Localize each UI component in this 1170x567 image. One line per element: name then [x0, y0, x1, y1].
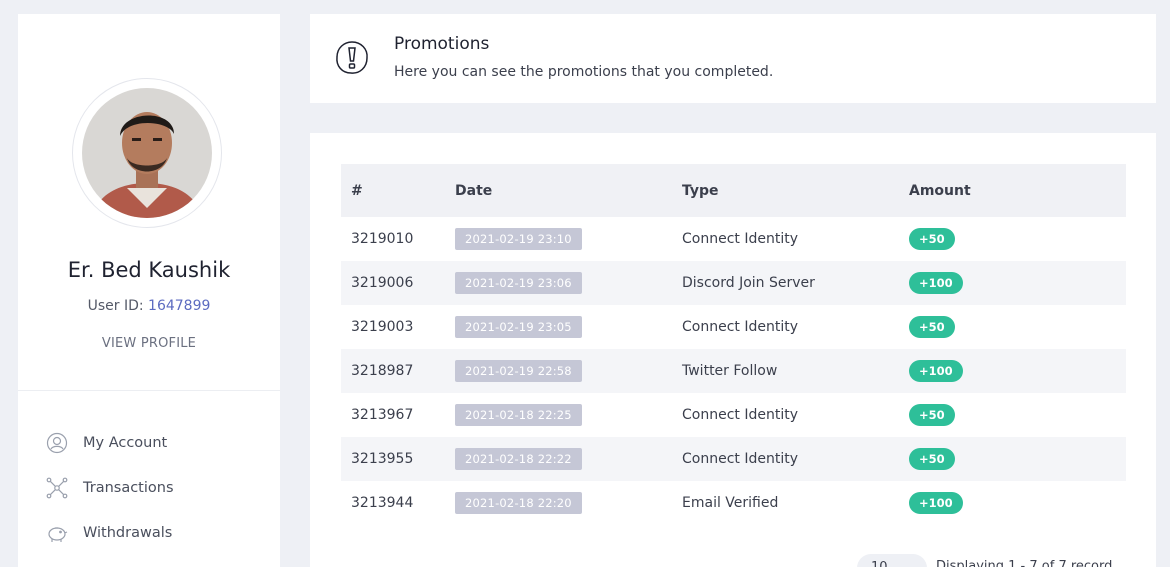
table-row: 3219003 2021-02-19 23:05 Connect Identit…	[341, 305, 1126, 349]
sidebar-item-transactions[interactable]: Transactions	[46, 474, 266, 502]
date-badge: 2021-02-18 22:25	[455, 404, 582, 426]
amount-badge: +100	[909, 272, 963, 294]
row-type: Discord Join Server	[682, 275, 815, 291]
user-id: User ID: 1647899	[18, 298, 280, 314]
avatar-photo	[82, 88, 212, 218]
date-badge: 2021-02-18 22:22	[455, 448, 582, 470]
amount-badge: +50	[909, 448, 955, 470]
row-id: 3219006	[351, 275, 414, 291]
table-row: 3213955 2021-02-18 22:22 Connect Identit…	[341, 437, 1126, 481]
row-id: 3219003	[351, 319, 414, 335]
date-badge: 2021-02-19 23:05	[455, 316, 582, 338]
row-id: 3218987	[351, 363, 414, 379]
avatar[interactable]	[82, 88, 212, 218]
row-type: Connect Identity	[682, 451, 798, 467]
row-id: 3213955	[351, 451, 414, 467]
page-size-select[interactable]: 10	[857, 554, 927, 567]
table-row: 3219006 2021-02-19 23:06 Discord Join Se…	[341, 261, 1126, 305]
column-header-id[interactable]: #	[341, 183, 455, 199]
row-id: 3213944	[351, 495, 414, 511]
table-row: 3213967 2021-02-18 22:25 Connect Identit…	[341, 393, 1126, 437]
row-type: Connect Identity	[682, 231, 798, 247]
amount-badge: +100	[909, 360, 963, 382]
avatar-ring	[72, 78, 222, 228]
piggy-bank-icon	[46, 522, 68, 544]
sidebar-item-my-account[interactable]: My Account	[46, 429, 266, 457]
sidebar-item-label: Transactions	[83, 480, 174, 496]
table-row: 3218987 2021-02-19 22:58 Twitter Follow …	[341, 349, 1126, 393]
sidebar-divider	[18, 390, 280, 391]
page-title: Promotions	[394, 34, 490, 54]
amount-badge: +50	[909, 228, 955, 250]
records-count: Displaying 1 - 7 of 7 record	[936, 559, 1113, 567]
amount-badge: +50	[909, 316, 955, 338]
table-row: 3219010 2021-02-19 23:10 Connect Identit…	[341, 217, 1126, 261]
row-id: 3219010	[351, 231, 414, 247]
sidebar-item-label: My Account	[83, 435, 168, 451]
row-type: Connect Identity	[682, 319, 798, 335]
profile-sidebar: Er. Bed Kaushik User ID: 1647899 VIEW PR…	[18, 14, 280, 567]
date-badge: 2021-02-19 23:06	[455, 272, 582, 294]
table-header: # Date Type Amount	[341, 164, 1126, 217]
promotions-table: # Date Type Amount 3219010 2021-02-19 23…	[341, 164, 1126, 525]
column-header-type[interactable]: Type	[682, 183, 909, 199]
page-subtitle: Here you can see the promotions that you…	[394, 64, 774, 80]
row-type: Email Verified	[682, 495, 779, 511]
date-badge: 2021-02-18 22:20	[455, 492, 582, 514]
exclamation-circle-icon	[334, 40, 370, 76]
date-badge: 2021-02-19 23:10	[455, 228, 582, 250]
sidebar-item-label: Withdrawals	[83, 525, 173, 541]
user-name: Er. Bed Kaushik	[67, 258, 231, 282]
column-header-amount[interactable]: Amount	[909, 183, 1126, 199]
column-header-date[interactable]: Date	[455, 183, 682, 199]
user-id-value: 1647899	[148, 298, 211, 314]
amount-badge: +100	[909, 492, 963, 514]
date-badge: 2021-02-19 22:58	[455, 360, 582, 382]
table-row: 3213944 2021-02-18 22:20 Email Verified …	[341, 481, 1126, 525]
user-circle-icon	[46, 432, 68, 454]
row-type: Twitter Follow	[682, 363, 778, 379]
amount-badge: +50	[909, 404, 955, 426]
promotions-table-card: # Date Type Amount 3219010 2021-02-19 23…	[310, 133, 1156, 567]
network-icon	[46, 477, 68, 499]
row-id: 3213967	[351, 407, 414, 423]
view-profile-link[interactable]: VIEW PROFILE	[18, 336, 280, 351]
row-type: Connect Identity	[682, 407, 798, 423]
promotions-header-card: Promotions Here you can see the promotio…	[310, 14, 1156, 103]
user-id-label: User ID:	[87, 298, 144, 314]
sidebar-item-withdrawals[interactable]: Withdrawals	[46, 519, 266, 547]
